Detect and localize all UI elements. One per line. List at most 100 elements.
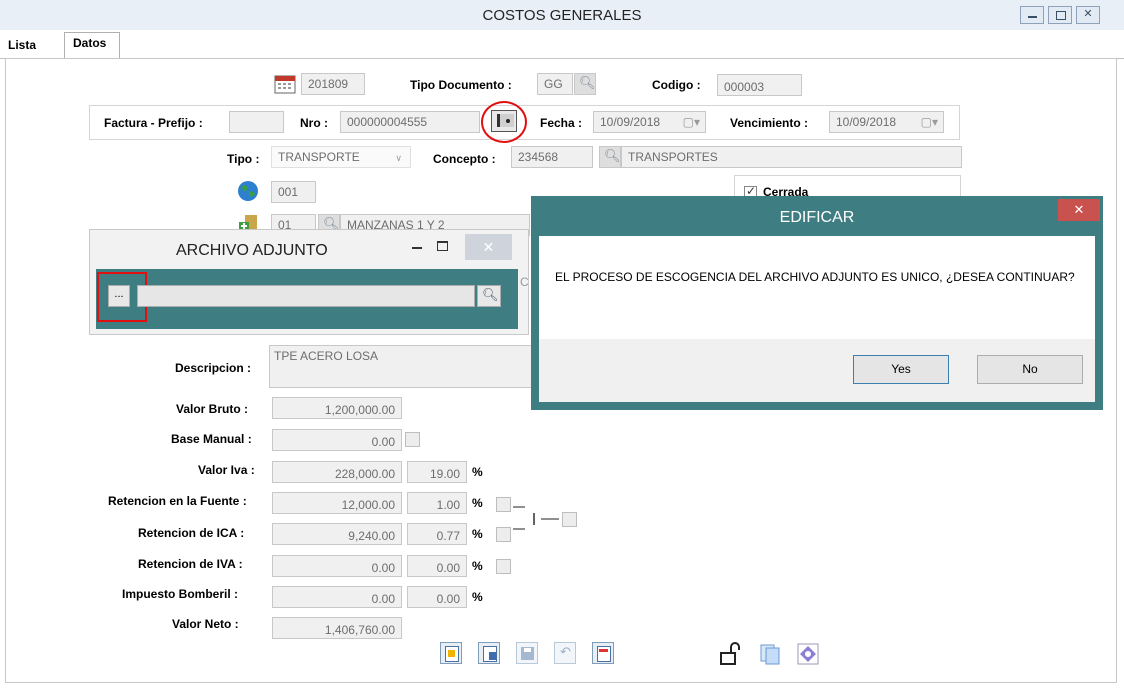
copy-button[interactable] <box>758 642 782 666</box>
tipo-documento-field[interactable]: GG <box>537 73 573 95</box>
globe-icon <box>237 180 259 202</box>
ret-fuente-field: 12,000.00 <box>272 492 402 514</box>
calendar-dropdown-icon: ▢▾ <box>920 115 938 129</box>
new-document-icon <box>445 646 459 662</box>
archivo-close-button[interactable]: ✕ <box>465 234 512 260</box>
minimize-icon <box>1028 16 1037 18</box>
valor-iva-pct-field[interactable]: 19.00 <box>407 461 467 483</box>
nro-field[interactable]: 000000004555 <box>340 111 480 133</box>
valor-neto-label: Valor Neto : <box>172 617 239 631</box>
archivo-adjunto-window: ARCHIVO ADJUNTO ✕ ... 🔍︎ <box>89 229 529 335</box>
factura-prefijo-field[interactable] <box>229 111 284 133</box>
concepto-label: Concepto : <box>433 152 496 166</box>
tipo-value: TRANSPORTE <box>278 150 360 164</box>
print-preview-button[interactable] <box>592 642 614 664</box>
save-button[interactable] <box>516 642 538 664</box>
edit-document-icon <box>483 646 497 662</box>
calendar-icon[interactable] <box>274 74 296 94</box>
ret-fuente-checkbox[interactable] <box>496 497 511 512</box>
ret-ica-pct-symbol: % <box>472 527 483 541</box>
ret-fuente-pct-symbol: % <box>472 496 483 510</box>
ret-ica-field: 9,240.00 <box>272 523 402 545</box>
navigate-button[interactable] <box>796 642 820 666</box>
calendar-dropdown-icon: ▢▾ <box>682 115 700 129</box>
tab-lista-label: Lista <box>8 38 37 52</box>
retention-connector <box>513 503 561 533</box>
ret-iva-checkbox[interactable] <box>496 559 511 574</box>
unlock-icon <box>720 642 740 665</box>
tab-datos-label: Datos <box>73 36 107 50</box>
tipo-documento-label: Tipo Documento : <box>410 78 512 92</box>
edit-button[interactable] <box>478 642 500 664</box>
archivo-minimize-button[interactable] <box>408 240 428 256</box>
descripcion-field[interactable]: TPE ACERO LOSA <box>269 345 532 388</box>
archivo-search-button[interactable]: 🔍︎ <box>477 285 501 307</box>
nro-label: Nro : <box>300 116 328 130</box>
ret-fuente-label: Retencion en la Fuente : <box>108 494 247 508</box>
close-icon: ✕ <box>1073 202 1085 217</box>
concepto-search-button[interactable]: 🔍︎ <box>599 146 621 168</box>
tipo-select[interactable]: TRANSPORTE ∨ <box>271 146 411 168</box>
base-manual-field[interactable]: 0.00 <box>272 429 402 451</box>
bomberil-pct-symbol: % <box>472 590 483 604</box>
chevron-down-icon: ∨ <box>395 153 402 163</box>
search-icon: 🔍︎ <box>579 75 596 90</box>
ret-ica-checkbox[interactable] <box>496 527 511 542</box>
ret-ica-pct-field[interactable]: 0.77 <box>407 523 467 545</box>
dialog-message: EL PROCESO DE ESCOGENCIA DEL ARCHIVO ADJ… <box>555 270 1075 284</box>
dialog-title: EDIFICAR <box>779 209 855 226</box>
minimize-icon <box>412 247 422 249</box>
valor-iva-label: Valor Iva : <box>198 463 255 477</box>
ret-iva-pct-field[interactable]: 0.00 <box>407 555 467 577</box>
zona-field[interactable]: 001 <box>271 181 316 203</box>
codigo-label: Codigo : <box>652 78 701 92</box>
no-button[interactable]: No <box>977 355 1083 384</box>
archivo-adjunto-title: ARCHIVO ADJUNTO <box>176 242 328 259</box>
concepto-description-field: TRANSPORTES <box>621 146 962 168</box>
archivo-path-field[interactable] <box>137 285 475 307</box>
undo-icon: ↶ <box>560 644 571 659</box>
ret-fuente-pct-field[interactable]: 1.00 <box>407 492 467 514</box>
ret-iva-pct-symbol: % <box>472 559 483 573</box>
valor-bruto-field: 1,200,000.00 <box>272 397 402 419</box>
copy-icon <box>760 644 780 665</box>
ret-ica-label: Retencion de ICA : <box>138 526 245 540</box>
tab-lista[interactable]: Lista <box>8 38 58 58</box>
fecha-field[interactable]: 10/09/2018 ▢▾ <box>593 111 706 133</box>
tipo-documento-search-button[interactable]: 🔍︎ <box>574 73 596 95</box>
maximize-button[interactable] <box>1048 6 1072 24</box>
period-field[interactable]: 201809 <box>301 73 365 95</box>
report-icon <box>597 646 611 662</box>
attach-highlight-circle <box>481 101 527 143</box>
yes-button[interactable]: Yes <box>853 355 949 384</box>
maximize-icon <box>437 241 448 251</box>
bomberil-pct-field[interactable]: 0.00 <box>407 586 467 608</box>
valor-neto-field: 1,406,760.00 <box>272 617 402 639</box>
codigo-field[interactable]: 000003 <box>717 74 802 96</box>
vencimiento-field[interactable]: 10/09/2018 ▢▾ <box>829 111 944 133</box>
search-icon: 🔍︎ <box>604 148 621 163</box>
undo-button[interactable]: ↶ <box>554 642 576 664</box>
base-manual-checkbox[interactable] <box>405 432 420 447</box>
vencimiento-value: 10/09/2018 <box>836 115 897 129</box>
maximize-icon <box>1056 11 1066 20</box>
search-icon: 🔍︎ <box>482 287 499 302</box>
diamond-icon <box>797 643 819 665</box>
base-manual-label: Base Manual : <box>171 432 252 446</box>
minimize-button[interactable] <box>1020 6 1044 24</box>
archivo-maximize-button[interactable] <box>433 238 453 254</box>
new-button[interactable] <box>440 642 462 664</box>
close-icon: ✕ <box>482 239 495 255</box>
valor-bruto-label: Valor Bruto : <box>176 402 249 416</box>
tab-datos[interactable]: Datos <box>64 32 120 59</box>
concepto-field[interactable]: 234568 <box>511 146 593 168</box>
dialog-close-button[interactable]: ✕ <box>1058 199 1100 221</box>
yes-label: Yes <box>891 362 911 376</box>
edificar-dialog: EDIFICAR ✕ EL PROCESO DE ESCOGENCIA DEL … <box>531 196 1103 410</box>
bomberil-label: Impuesto Bomberil : <box>122 587 239 601</box>
close-button[interactable]: ✕ <box>1076 6 1100 24</box>
unlock-button[interactable] <box>718 642 742 666</box>
ret-combined-checkbox[interactable] <box>562 512 577 527</box>
tab-bar: Lista Datos <box>0 30 1124 59</box>
vencimiento-label: Vencimiento : <box>730 116 809 130</box>
